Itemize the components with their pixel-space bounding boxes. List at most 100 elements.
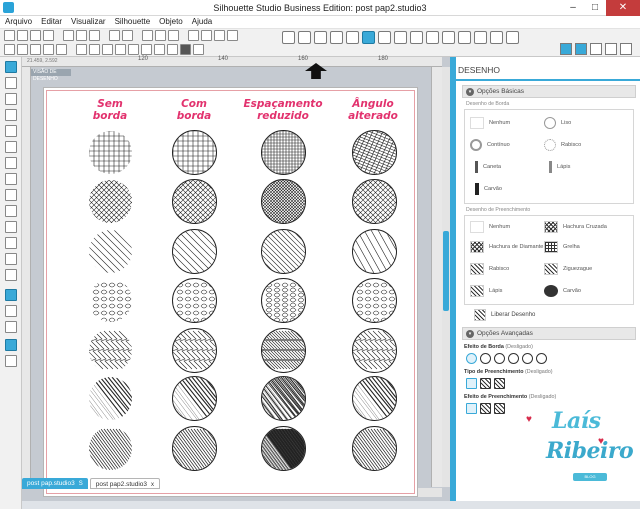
fill-option-charcoal[interactable]: Carvão xyxy=(544,285,581,297)
sketch-sample-circle[interactable] xyxy=(172,328,217,373)
layers-icon[interactable] xyxy=(506,31,519,44)
trace-panel-icon[interactable] xyxy=(490,31,503,44)
rounded-rect-tool-icon[interactable] xyxy=(5,125,17,137)
maximize-icon[interactable]: □ xyxy=(584,0,606,16)
fill-option-zigzag[interactable]: Ziguezague xyxy=(544,263,592,275)
sketch-sample-circle[interactable] xyxy=(88,130,133,175)
fill-effect-none[interactable] xyxy=(466,403,477,414)
sketch-sample-circle[interactable] xyxy=(352,229,397,274)
duplicate-icon[interactable] xyxy=(102,44,113,55)
sketch-sample-circle[interactable] xyxy=(88,179,133,224)
new-file-icon[interactable] xyxy=(4,30,15,41)
replicate-icon[interactable] xyxy=(154,44,165,55)
zoom-out-icon[interactable] xyxy=(201,30,212,41)
nest-icon[interactable] xyxy=(167,44,178,55)
align-icon[interactable] xyxy=(4,44,15,55)
border-effect-3[interactable] xyxy=(508,353,519,364)
sketch-sample-circle[interactable] xyxy=(261,229,306,274)
border-effect-1[interactable] xyxy=(480,353,491,364)
advanced-options-header[interactable]: ▾ Opções Avançadas xyxy=(462,327,636,340)
intersect-icon[interactable] xyxy=(56,44,67,55)
cut-view-icon[interactable] xyxy=(5,339,17,351)
group-icon[interactable] xyxy=(155,30,166,41)
distribute-icon[interactable] xyxy=(17,44,28,55)
ungroup-icon[interactable] xyxy=(168,30,179,41)
shape-panel-icon[interactable] xyxy=(346,31,359,44)
sketch-panel-icon[interactable] xyxy=(362,31,375,44)
mirror-icon[interactable] xyxy=(115,44,126,55)
fill-color-icon[interactable] xyxy=(180,44,191,55)
border-effect-2[interactable] xyxy=(494,353,505,364)
line-style-icon[interactable] xyxy=(394,31,407,44)
tab-post-pap2[interactable]: post pap2.studio3 x xyxy=(89,478,161,491)
fill-effect-2[interactable] xyxy=(494,403,505,414)
rhinestone-icon[interactable] xyxy=(378,31,391,44)
sketch-sample-circle[interactable] xyxy=(261,179,306,224)
sketch-sample-circle[interactable] xyxy=(172,278,217,323)
border-option-pencil[interactable]: Lápis xyxy=(544,161,570,173)
fill-type-2[interactable] xyxy=(494,378,505,389)
zoom-fit-icon[interactable] xyxy=(214,30,225,41)
trace-icon[interactable] xyxy=(141,44,152,55)
transform-icon[interactable] xyxy=(426,31,439,44)
fill-panel-icon[interactable] xyxy=(330,31,343,44)
text-tool-icon[interactable] xyxy=(5,237,17,249)
polygon-tool-icon[interactable] xyxy=(5,157,17,169)
page-setup-icon[interactable] xyxy=(282,31,295,44)
grid-icon[interactable] xyxy=(298,31,311,44)
copy-icon[interactable] xyxy=(76,30,87,41)
send-view-icon[interactable] xyxy=(605,43,617,55)
eraser-tool-icon[interactable] xyxy=(5,253,17,265)
media-view-icon[interactable] xyxy=(5,355,17,367)
offset-icon[interactable] xyxy=(128,44,139,55)
rectangle-tool-icon[interactable] xyxy=(5,109,17,121)
sketch-sample-circle[interactable] xyxy=(88,426,133,471)
minimize-icon[interactable]: – xyxy=(562,0,584,16)
arc-tool-icon[interactable] xyxy=(5,189,17,201)
tab-close-icon[interactable]: x xyxy=(151,480,154,491)
modify-panel-icon[interactable] xyxy=(458,31,471,44)
subtract-icon[interactable] xyxy=(43,44,54,55)
sketch-sample-circle[interactable] xyxy=(88,278,133,323)
fill-option-pencil[interactable]: Lápis xyxy=(470,285,502,297)
save-icon[interactable] xyxy=(30,30,41,41)
design-view-icon[interactable] xyxy=(560,43,572,55)
registration-icon[interactable] xyxy=(314,31,327,44)
sketch-sample-circle[interactable] xyxy=(88,328,133,373)
border-effect-none[interactable] xyxy=(466,353,477,364)
sketch-sample-circle[interactable] xyxy=(88,229,133,274)
menu-ajuda[interactable]: Ajuda xyxy=(192,16,212,28)
border-option-charcoal[interactable]: Carvão xyxy=(470,183,502,195)
menu-silhouette[interactable]: Silhouette xyxy=(115,16,151,28)
text-style-icon[interactable] xyxy=(410,31,423,44)
ellipse-tool-icon[interactable] xyxy=(5,141,17,153)
offset-panel-icon[interactable] xyxy=(474,31,487,44)
tab-post-pap[interactable]: post pap.studio3 S xyxy=(22,478,88,489)
store-view-icon[interactable] xyxy=(575,43,587,55)
sketch-sample-circle[interactable] xyxy=(261,426,306,471)
sketch-tool-icon[interactable] xyxy=(5,289,17,301)
close-icon[interactable]: ✕ xyxy=(606,0,640,16)
basic-options-header[interactable]: ▾ Opções Básicas xyxy=(462,85,636,98)
fill-tool-icon[interactable] xyxy=(5,305,17,317)
curve-tool-icon[interactable] xyxy=(5,173,17,185)
fill-option-none[interactable]: Nenhum xyxy=(470,221,510,233)
select-tool-icon[interactable] xyxy=(5,61,17,73)
fill-type-1[interactable] xyxy=(480,378,491,389)
fill-option-grid[interactable]: Grelha xyxy=(544,241,580,253)
library-view-icon[interactable] xyxy=(590,43,602,55)
border-effect-5[interactable] xyxy=(536,353,547,364)
border-option-continuous[interactable]: Contínuo xyxy=(470,139,510,151)
sketch-sample-circle[interactable] xyxy=(352,130,397,175)
sketch-sample-circle[interactable] xyxy=(352,426,397,471)
menu-visualizar[interactable]: Visualizar xyxy=(71,16,106,28)
pan-icon[interactable] xyxy=(227,30,238,41)
release-sketch-button[interactable]: Liberar Desenho xyxy=(474,308,624,322)
menu-arquivo[interactable]: Arquivo xyxy=(5,16,32,28)
line-tool-icon[interactable] xyxy=(5,93,17,105)
cut-icon[interactable] xyxy=(63,30,74,41)
send-back-icon[interactable] xyxy=(89,44,100,55)
sketch-sample-circle[interactable] xyxy=(261,376,306,421)
undo-icon[interactable] xyxy=(109,30,120,41)
fill-type-none[interactable] xyxy=(466,378,477,389)
